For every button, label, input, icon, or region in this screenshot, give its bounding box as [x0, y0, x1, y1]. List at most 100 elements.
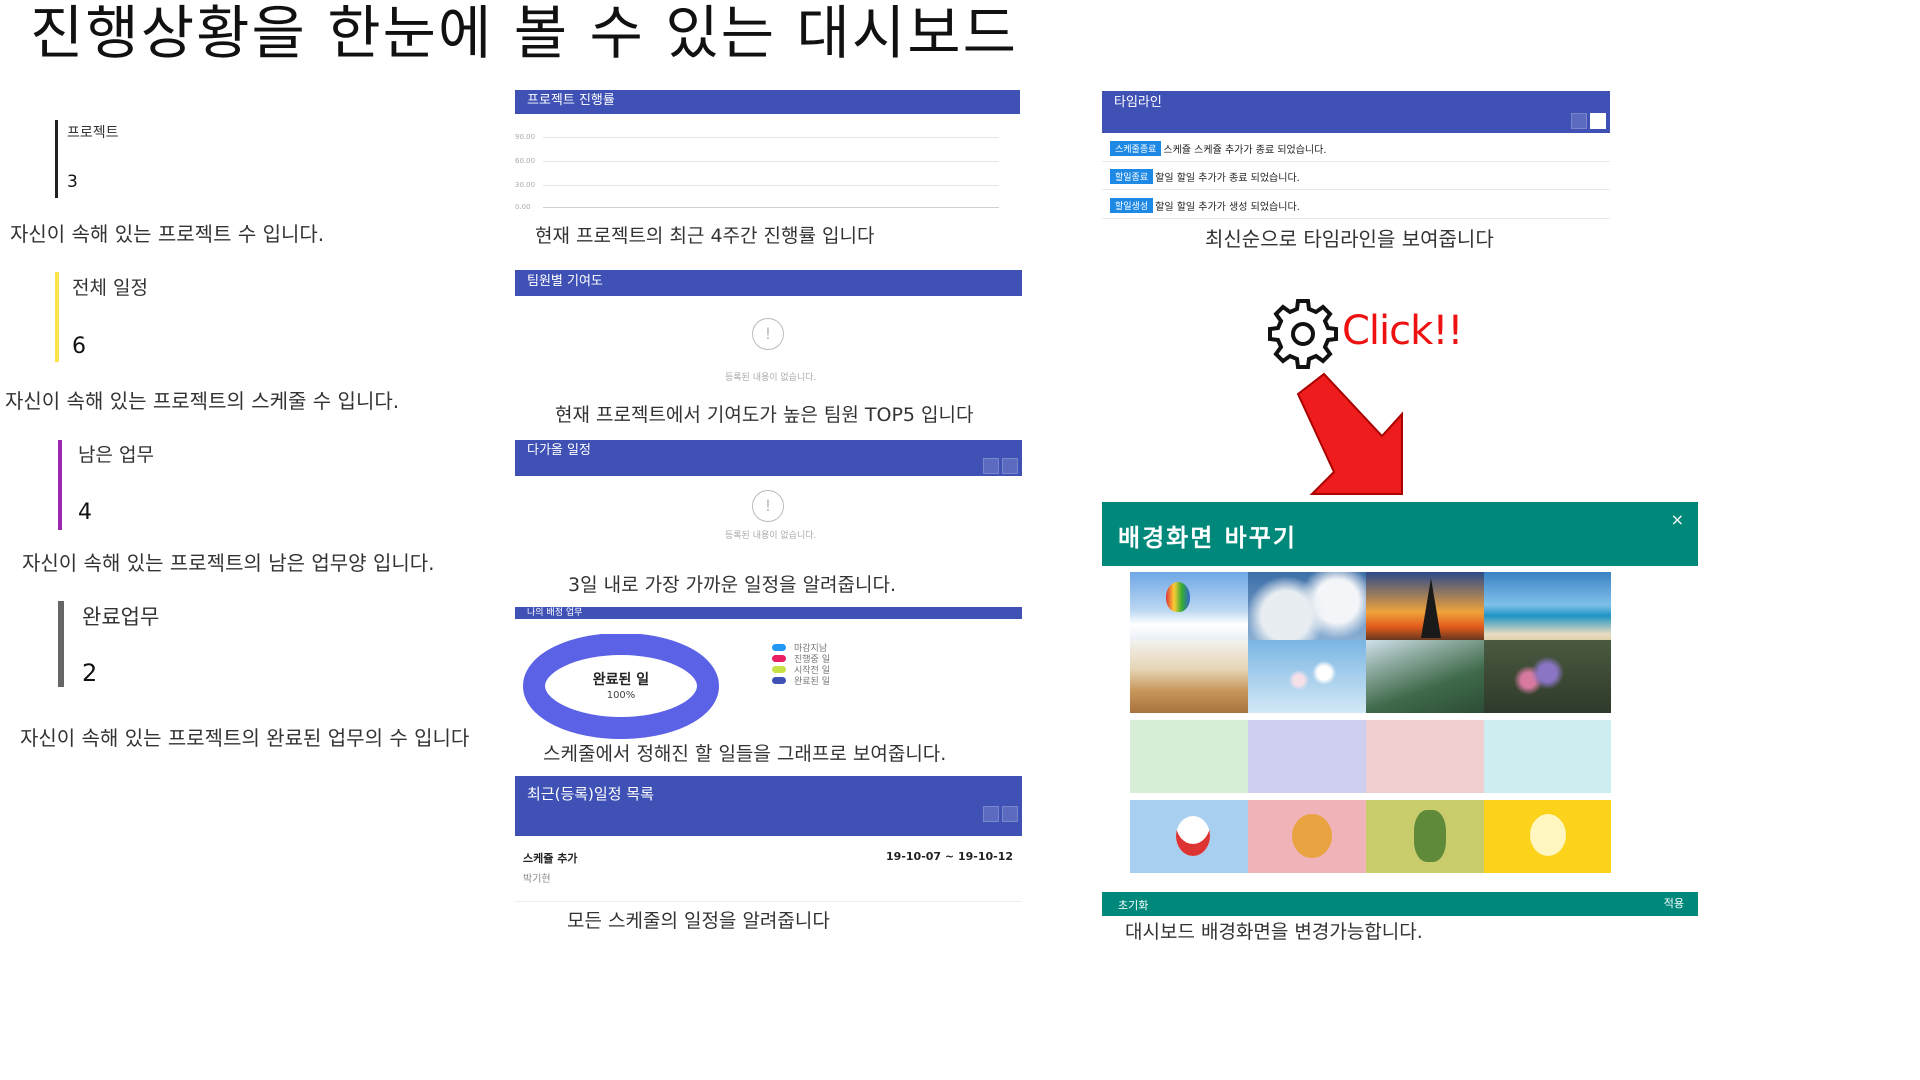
y-tick-label: 60.00	[515, 157, 536, 165]
wallpaper-grid	[1102, 566, 1698, 892]
wallpaper-flowers[interactable]	[1484, 640, 1611, 713]
timeline-badge: 스케줄종료	[1110, 141, 1162, 156]
wallpaper-eiffel-tower[interactable]	[1366, 572, 1493, 645]
minimize-button[interactable]	[1571, 113, 1587, 129]
timeline-caption: 최신순으로 타임라인을 보여줍니다	[1205, 227, 1494, 251]
wallpaper-hot-air-balloon[interactable]	[1130, 572, 1257, 645]
wallpaper-light-pink[interactable]	[1366, 720, 1493, 793]
page-title: 진행상황을 한눈에 볼 수 있는 대시보드	[30, 0, 1018, 67]
timeline-text: 스케쥴 스케쥴 추가가 종료 되었습니다.	[1163, 145, 1327, 156]
donut-legend: 마감지남 진행중 일 시작전 일 완료된 일	[772, 642, 830, 687]
timeline-row: 스케줄종료 스케쥴 스케쥴 추가가 종료 되었습니다.	[1102, 136, 1610, 162]
wallpaper-wheat-field[interactable]	[1130, 640, 1257, 713]
stat-label: 남은 업무	[78, 444, 154, 466]
wallpaper-character-muzi[interactable]	[1366, 800, 1493, 873]
gridline	[543, 185, 999, 186]
legend-item: 진행중 일	[772, 653, 830, 665]
legend-item: 마감지남	[772, 642, 830, 654]
upcoming-caption: 3일 내로 가장 가까운 일정을 알려줍니다.	[568, 574, 897, 596]
progress-caption: 현재 프로젝트의 최근 4주간 진행률 입니다	[535, 225, 875, 247]
timeline-panel-header: 타임라인	[1102, 91, 1610, 133]
stat-accent-bar	[58, 440, 62, 530]
wallpaper-light-cyan[interactable]	[1484, 720, 1611, 793]
stat-accent-bar	[55, 120, 58, 198]
modal-header: 배경화면 바꾸기 ×	[1102, 502, 1698, 566]
schedule-item[interactable]: 스케쥴 추가 박기현 19-10-07 ~ 19-10-12	[523, 850, 1013, 885]
stat-card-projects: 프로젝트 3	[55, 120, 355, 198]
stat-label: 완료업무	[82, 605, 160, 629]
recent-panel-header: 최근(등록)일정 목록	[515, 776, 1022, 836]
schedule-dates: 19-10-07 ~ 19-10-12	[886, 850, 1013, 863]
stat-label: 프로젝트	[67, 125, 119, 141]
wallpaper-lavender[interactable]	[1248, 720, 1375, 793]
stat-accent-bar	[58, 601, 64, 687]
close-icon[interactable]: ×	[1671, 510, 1684, 529]
upcoming-panel-header: 다가올 일정	[515, 440, 1022, 476]
wallpaper-cherry-blossom[interactable]	[1248, 640, 1375, 713]
gear-icon	[1268, 299, 1338, 369]
tasks-panel-header: 나의 배정 업무	[515, 607, 1022, 619]
stat-accent-bar	[55, 272, 59, 362]
wallpaper-character-ryan[interactable]	[1248, 800, 1375, 873]
stat-value: 3	[67, 172, 78, 192]
minimize-button[interactable]	[983, 806, 999, 822]
progress-panel-header: 프로젝트 진행률	[515, 90, 1020, 114]
legend-swatch	[772, 665, 786, 673]
stat-value: 2	[82, 659, 98, 687]
wallpaper-character-apeach[interactable]	[1130, 800, 1257, 873]
timeline-badge: 할일종료	[1110, 169, 1154, 184]
arrow-down-right-icon	[1296, 372, 1403, 495]
panel-title: 나의 배정 업무	[527, 608, 583, 618]
recent-caption: 모든 스케줄의 일정을 알려줍니다	[567, 910, 830, 932]
wallpaper-caption: 대시보드 배경화면을 변경가능합니다.	[1125, 921, 1423, 943]
stat-card-remaining: 남은 업무 4	[58, 440, 358, 530]
panel-title: 타임라인	[1114, 95, 1162, 110]
stat-value: 4	[78, 500, 92, 525]
wallpaper-character-neo[interactable]	[1484, 800, 1611, 873]
legend-item: 완료된 일	[772, 675, 830, 687]
wallpaper-light-green[interactable]	[1130, 720, 1257, 793]
stat-label: 전체 일정	[72, 277, 148, 299]
contrib-panel-body: ! 등록된 내용이 없습니다.	[515, 296, 1022, 386]
wallpaper-clouds[interactable]	[1248, 572, 1375, 645]
gridline	[543, 207, 999, 208]
panel-title: 팀원별 기여도	[527, 274, 603, 289]
task-donut-chart: 완료된 일 100%	[523, 634, 719, 739]
legend-swatch	[772, 654, 786, 662]
wallpaper-beach[interactable]	[1484, 572, 1611, 645]
apply-button[interactable]: 적용	[1664, 895, 1684, 911]
character-shape	[1414, 810, 1446, 862]
stat-caption: 자신이 속해 있는 프로젝트의 완료된 업무의 수 입니다	[20, 726, 470, 750]
empty-state-text: 등록된 내용이 없습니다.	[725, 531, 817, 541]
tasks-caption: 스케줄에서 정해진 할 일들을 그래프로 보여줍니다.	[543, 743, 947, 765]
stat-card-schedules: 전체 일정 6	[55, 272, 355, 362]
contrib-panel-header: 팀원별 기여도	[515, 270, 1022, 296]
balloon-shape	[1166, 582, 1190, 612]
modal-footer: 초기화 적용	[1102, 892, 1698, 916]
timeline-panel-body: 스케줄종료 스케쥴 스케쥴 추가가 종료 되었습니다. 할일종료 할일 할일 추가가…	[1102, 134, 1610, 222]
timeline-row: 할일생성 할일 할일 추가가 생성 되었습니다.	[1102, 193, 1610, 219]
contrib-caption: 현재 프로젝트에서 기여도가 높은 팀원 TOP5 입니다	[555, 404, 974, 426]
click-label: Click!!	[1342, 308, 1463, 354]
donut-center-label: 완료된 일	[593, 671, 649, 688]
stat-caption: 자신이 속해 있는 프로젝트 수 입니다.	[10, 222, 325, 246]
close-button[interactable]	[1002, 458, 1018, 474]
stat-card-completed: 완료업무 2	[58, 601, 358, 687]
chevron-down-icon[interactable]	[1590, 113, 1606, 129]
progress-chart: 90.00 60.00 30.00 0.00	[515, 114, 1020, 214]
donut-center-percent: 100%	[607, 690, 636, 701]
character-shape	[1292, 814, 1332, 858]
reset-button[interactable]: 초기화	[1118, 897, 1148, 913]
wallpaper-mountains[interactable]	[1366, 640, 1493, 713]
y-tick-label: 0.00	[515, 203, 531, 211]
gridline	[543, 161, 999, 162]
timeline-text: 할일 할일 추가가 종료 되었습니다.	[1155, 173, 1300, 184]
tower-shape	[1421, 578, 1441, 638]
panel-title: 다가올 일정	[527, 443, 591, 458]
upcoming-panel-body: ! 등록된 내용이 없습니다.	[515, 476, 1022, 546]
gridline	[543, 137, 999, 138]
panel-title: 최근(등록)일정 목록	[527, 785, 654, 803]
minimize-button[interactable]	[983, 458, 999, 474]
modal-title: 배경화면 바꾸기	[1118, 524, 1297, 552]
close-button[interactable]	[1002, 806, 1018, 822]
